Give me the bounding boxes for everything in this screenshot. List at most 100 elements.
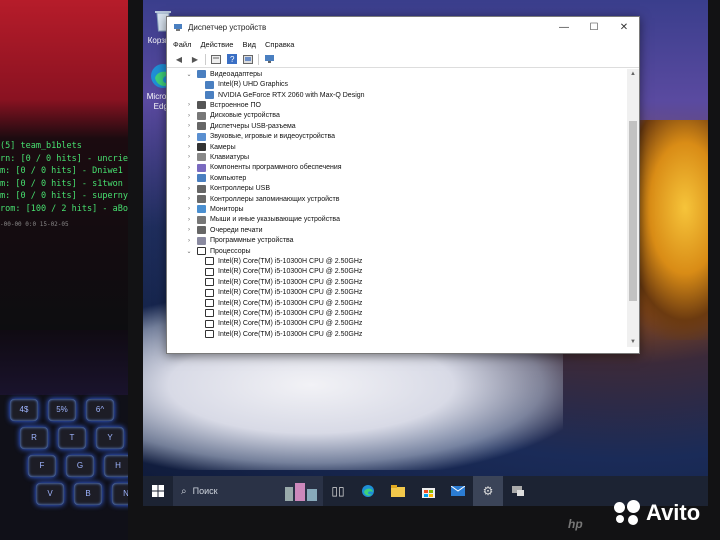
- properties-icon[interactable]: [210, 54, 222, 65]
- taskbar-device-manager-icon[interactable]: [503, 476, 533, 506]
- menu-action[interactable]: Действие: [200, 40, 233, 49]
- settings-icon[interactable]: ⚙: [473, 476, 503, 506]
- scroll-up-icon[interactable]: ▲: [627, 71, 639, 77]
- close-button[interactable]: ✕: [609, 17, 639, 37]
- scan-hardware-icon[interactable]: [263, 54, 275, 65]
- update-driver-icon[interactable]: [242, 54, 254, 65]
- toolbar-separator: [258, 53, 259, 65]
- minimize-button[interactable]: —: [549, 17, 579, 37]
- keyboard-key: 4$: [10, 399, 38, 421]
- maximize-button[interactable]: ☐: [579, 17, 609, 37]
- tree-category[interactable]: › Очереди печати: [185, 225, 263, 236]
- expand-icon[interactable]: ›: [185, 144, 193, 150]
- expand-icon[interactable]: ›: [185, 165, 193, 171]
- expand-icon[interactable]: ›: [185, 238, 193, 244]
- menu-file[interactable]: Файл: [173, 40, 191, 49]
- expand-icon[interactable]: ›: [185, 227, 193, 233]
- menu-bar: Файл Действие Вид Справка: [167, 37, 639, 51]
- rgb-keyboard: 4$ 5% 6^ R T Y F G H V B N: [0, 395, 140, 540]
- keyboard-key: 5%: [48, 399, 76, 421]
- title-bar[interactable]: Диспетчер устройств — ☐ ✕: [167, 17, 639, 37]
- expand-icon[interactable]: ›: [185, 113, 193, 119]
- desktop: Корзина Microsoft Edge Диспетчер устройс…: [143, 0, 708, 505]
- expand-icon[interactable]: ›: [185, 123, 193, 129]
- tree-category[interactable]: › Мониторы: [185, 204, 244, 215]
- tree-item-label: Программные устройства: [210, 237, 294, 245]
- tree-category[interactable]: › Дисковые устройства: [185, 111, 280, 122]
- tree-device[interactable]: NVIDIA GeForce RTX 2060 with Max-Q Desig…: [205, 90, 365, 101]
- tree-category[interactable]: › Контроллеры запоминающих устройств: [185, 194, 340, 205]
- tree-device[interactable]: Intel(R) Core(TM) i5-10300H CPU @ 2.50GH…: [205, 287, 362, 298]
- tree-device[interactable]: Intel(R) Core(TM) i5-10300H CPU @ 2.50GH…: [205, 308, 362, 319]
- expand-icon[interactable]: ›: [185, 196, 193, 202]
- expand-icon[interactable]: ›: [185, 134, 193, 140]
- store-icon[interactable]: [413, 476, 443, 506]
- printer-icon: [197, 226, 206, 235]
- tree-category[interactable]: ⌄ Процессоры: [185, 246, 251, 257]
- tree-category[interactable]: › Встроенное ПО: [185, 100, 261, 111]
- keyboard-key: V: [36, 483, 64, 505]
- back-icon[interactable]: ◀: [173, 54, 185, 65]
- terminal-line: m: [0 / 0 hits] - supernyal: [0, 191, 128, 201]
- tree-item-label: Intel(R) Core(TM) i5-10300H CPU @ 2.50GH…: [218, 309, 363, 317]
- mail-icon[interactable]: [443, 476, 473, 506]
- hp-logo: hp: [568, 517, 583, 531]
- collapse-icon[interactable]: ⌄: [185, 248, 193, 255]
- tree-device[interactable]: Intel(R) Core(TM) i5-10300H CPU @ 2.50GH…: [205, 277, 362, 288]
- computer-icon: [197, 174, 206, 183]
- tree-device[interactable]: Intel(R) Core(TM) i5-10300H CPU @ 2.50GH…: [205, 298, 362, 309]
- tree-category[interactable]: › Диспетчеры USB-разъема: [185, 121, 296, 132]
- expand-icon[interactable]: ›: [185, 217, 193, 223]
- device-tree[interactable]: ⌄ Видеоадаптеры Intel(R) UHD Graphics NVIDI…: [167, 69, 625, 349]
- tree-category[interactable]: › Контроллеры USB: [185, 183, 270, 194]
- tree-item-label: Intel(R) UHD Graphics: [218, 81, 289, 89]
- monitor-icon: [197, 205, 206, 214]
- tree-item-label: Intel(R) Core(TM) i5-10300H CPU @ 2.50GH…: [218, 289, 363, 297]
- help-icon[interactable]: ?: [226, 54, 238, 65]
- menu-help[interactable]: Справка: [265, 40, 294, 49]
- tree-category[interactable]: › Компьютер: [185, 173, 246, 184]
- expand-icon[interactable]: ›: [185, 186, 193, 192]
- tree-device[interactable]: Intel(R) UHD Graphics: [205, 79, 288, 90]
- task-view-icon[interactable]: ▯▯: [323, 476, 353, 506]
- scroll-thumb[interactable]: [629, 121, 637, 301]
- expand-icon[interactable]: ›: [185, 102, 193, 108]
- tree-category[interactable]: › Клавиатуры: [185, 152, 249, 163]
- search-box[interactable]: ⌕ Поиск: [173, 476, 323, 506]
- menu-view[interactable]: Вид: [242, 40, 256, 49]
- keyboard-key: F: [28, 455, 56, 477]
- start-button[interactable]: [143, 476, 173, 506]
- toolbar-separator: [205, 53, 206, 65]
- tree-device[interactable]: Intel(R) Core(TM) i5-10300H CPU @ 2.50GH…: [205, 256, 362, 267]
- tree-category[interactable]: › Мыши и иные указывающие устройства: [185, 215, 340, 226]
- taskbar-edge-icon[interactable]: [353, 476, 383, 506]
- device-manager-window[interactable]: Диспетчер устройств — ☐ ✕ Файл Действие …: [166, 16, 640, 354]
- tree-item-label: Контроллеры запоминающих устройств: [210, 195, 340, 203]
- tree-device[interactable]: Intel(R) Core(TM) i5-10300H CPU @ 2.50GH…: [205, 267, 362, 278]
- collapse-icon[interactable]: ⌄: [185, 71, 193, 78]
- scroll-down-icon[interactable]: ▼: [627, 339, 639, 345]
- tree-item-label: Звуковые, игровые и видеоустройства: [210, 133, 336, 141]
- vertical-scrollbar[interactable]: ▲ ▼: [627, 69, 639, 347]
- forward-icon[interactable]: ▶: [189, 54, 201, 65]
- tree-category[interactable]: ⌄ Видеоадаптеры: [185, 69, 262, 80]
- keyboard-key: B: [74, 483, 102, 505]
- file-explorer-icon[interactable]: [383, 476, 413, 506]
- sound-icon: [197, 132, 206, 141]
- keyboard-key: G: [66, 455, 94, 477]
- processor-icon: [205, 267, 214, 276]
- tree-category[interactable]: › Звуковые, игровые и видеоустройства: [185, 131, 335, 142]
- usb-controller-icon: [197, 184, 206, 193]
- expand-icon[interactable]: ›: [185, 206, 193, 212]
- secondary-monitor: (5] team_b1blets rn: [0 / 0 hits] - uncri…: [0, 0, 128, 330]
- expand-icon[interactable]: ›: [185, 154, 193, 160]
- tree-category[interactable]: › Программные устройства: [185, 235, 294, 246]
- tree-device[interactable]: Intel(R) Core(TM) i5-10300H CPU @ 2.50GH…: [205, 329, 362, 340]
- terminal-line: m: [0 / 0 hits] - s1twon [0 h: [0, 178, 128, 189]
- tree-device[interactable]: Intel(R) Core(TM) i5-10300H CPU @ 2.50GH…: [205, 319, 362, 330]
- tree-item-label: Мыши и иные указывающие устройства: [210, 216, 340, 224]
- expand-icon[interactable]: ›: [185, 175, 193, 181]
- tree-item-label: Дисковые устройства: [210, 112, 280, 120]
- tree-category[interactable]: › Компоненты программного обеспечения: [185, 163, 342, 174]
- tree-category[interactable]: › Камеры: [185, 142, 236, 153]
